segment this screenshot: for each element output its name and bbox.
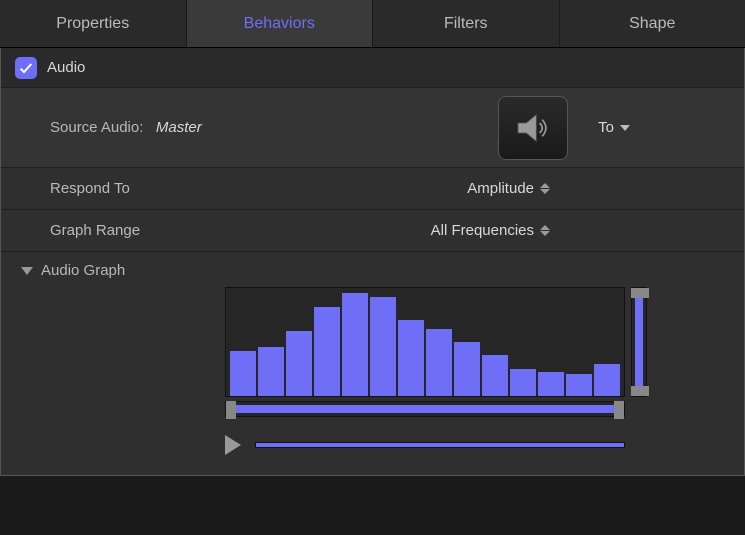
graph-range-label: Graph Range	[15, 222, 215, 239]
respond-to-value: Amplitude	[467, 180, 534, 197]
disclosure-triangle-icon[interactable]	[21, 267, 33, 275]
audio-graph-bar	[342, 293, 368, 396]
audio-graph-progress[interactable]	[255, 442, 625, 448]
audio-graph-bar	[426, 329, 452, 396]
source-audio-well[interactable]	[498, 96, 568, 160]
audio-graph-bar	[538, 372, 564, 396]
source-audio-row: Source Audio: Master To	[1, 88, 744, 168]
graph-range-value: All Frequencies	[431, 222, 534, 239]
audio-graph-bar	[314, 307, 340, 396]
to-dropdown-label: To	[598, 119, 614, 136]
audio-graph-bar	[258, 347, 284, 396]
source-audio-value: Master	[156, 119, 202, 136]
audio-graph-bar	[510, 369, 536, 396]
respond-to-row: Respond To Amplitude	[1, 168, 744, 210]
graph-range-stepper[interactable]	[540, 225, 550, 236]
audio-graph-bar	[286, 331, 312, 396]
audio-graph-bar	[398, 320, 424, 396]
tab-behaviors[interactable]: Behaviors	[187, 0, 374, 47]
slider-thumb-bottom[interactable]	[631, 386, 649, 396]
speaker-icon	[513, 108, 553, 148]
chevron-down-icon	[620, 125, 630, 131]
audio-enable-checkbox[interactable]	[15, 57, 37, 79]
to-dropdown[interactable]: To	[598, 119, 630, 136]
chevron-down-icon	[540, 189, 550, 194]
graph-range-row: Graph Range All Frequencies	[1, 210, 744, 252]
audio-graph-label: Audio Graph	[41, 262, 125, 279]
audio-graph-bars	[225, 287, 625, 397]
behavior-title: Audio	[47, 59, 85, 76]
chevron-up-icon	[540, 183, 550, 188]
inspector-tabs: Properties Behaviors Filters Shape	[0, 0, 745, 48]
audio-graph-bar	[454, 342, 480, 396]
audio-graph-section: Audio Graph	[1, 252, 744, 475]
audio-graph-bar	[594, 364, 620, 396]
tab-properties[interactable]: Properties	[0, 0, 187, 47]
chevron-up-icon	[540, 225, 550, 230]
audio-graph-bar	[370, 297, 396, 396]
behavior-panel: Audio Source Audio: Master To Respond To…	[0, 48, 745, 476]
slider-thumb-right[interactable]	[614, 401, 624, 419]
slider-thumb-left[interactable]	[226, 401, 236, 419]
audio-graph-hrange-slider[interactable]	[225, 401, 625, 417]
audio-graph-bar	[566, 374, 592, 396]
play-button[interactable]	[225, 435, 241, 455]
respond-to-label: Respond To	[15, 180, 215, 197]
audio-graph-vrange-slider[interactable]	[631, 287, 647, 397]
audio-graph-header: Audio Graph	[15, 262, 730, 279]
source-audio-label: Source Audio:	[50, 119, 143, 136]
behavior-header-row: Audio	[1, 48, 744, 88]
audio-graph-bar	[230, 351, 256, 396]
respond-to-stepper[interactable]	[540, 183, 550, 194]
chevron-down-icon	[540, 231, 550, 236]
slider-thumb-top[interactable]	[631, 288, 649, 298]
tab-shape[interactable]: Shape	[560, 0, 745, 47]
audio-graph-bar	[482, 355, 508, 396]
tab-filters[interactable]: Filters	[373, 0, 560, 47]
